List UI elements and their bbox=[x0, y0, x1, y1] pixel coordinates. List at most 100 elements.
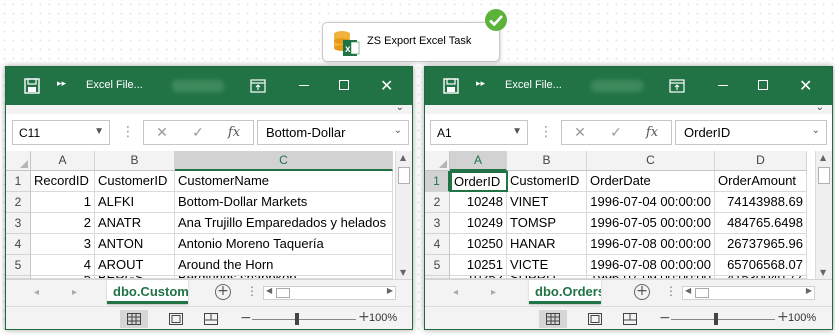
scroll-right-icon[interactable]: ▶ bbox=[806, 286, 812, 295]
row-header[interactable]: 1 bbox=[6, 171, 31, 192]
cell[interactable]: RecordID bbox=[31, 171, 95, 192]
add-sheet-icon[interactable]: + bbox=[215, 284, 231, 300]
scroll-left-icon[interactable]: ◀ bbox=[685, 286, 691, 295]
vertical-scrollbar[interactable]: ▲ ▼ bbox=[815, 151, 832, 279]
page-break-view-button[interactable] bbox=[197, 310, 225, 328]
tab-scroll-right-icon[interactable]: ▸ bbox=[72, 287, 77, 298]
cell[interactable]: 10249 bbox=[450, 213, 507, 234]
column-header-c[interactable]: C bbox=[587, 151, 715, 171]
scroll-right-icon[interactable]: ▶ bbox=[387, 286, 393, 295]
cell[interactable]: Bottom-Dollar Markets bbox=[175, 192, 393, 213]
cell[interactable]: OrderDate bbox=[587, 171, 715, 192]
cell[interactable]: 10251 bbox=[450, 255, 507, 276]
zoom-out-button[interactable]: − bbox=[659, 310, 671, 326]
row-header[interactable]: 3 bbox=[6, 213, 31, 234]
column-header-b[interactable]: B bbox=[95, 151, 175, 171]
column-header-b[interactable]: B bbox=[507, 151, 587, 171]
cell[interactable]: TOMSP bbox=[507, 213, 587, 234]
zoom-level[interactable]: 100% bbox=[369, 312, 397, 324]
cell[interactable]: VICTE bbox=[507, 255, 587, 276]
save-icon[interactable] bbox=[24, 78, 40, 94]
cell[interactable]: CustomerID bbox=[95, 171, 175, 192]
cancel-icon[interactable]: ✕ bbox=[562, 125, 598, 141]
sheet-tab-customers[interactable]: dbo.Customers bbox=[107, 280, 188, 304]
column-header-a[interactable]: A bbox=[31, 151, 95, 171]
cancel-icon[interactable]: ✕ bbox=[144, 125, 180, 141]
maximize-button[interactable] bbox=[758, 80, 768, 90]
sheet-tab-orders[interactable]: dbo.Orders bbox=[529, 280, 601, 304]
quick-access-more-icon[interactable]: ▸▸ bbox=[476, 79, 485, 89]
row-header[interactable]: 5 bbox=[425, 255, 450, 276]
zoom-slider[interactable] bbox=[671, 319, 775, 320]
cell-active[interactable]: OrderID bbox=[450, 171, 508, 192]
zoom-in-button[interactable]: + bbox=[777, 309, 789, 325]
name-box[interactable]: C11 ▼ bbox=[12, 120, 110, 145]
page-layout-view-button[interactable] bbox=[581, 310, 609, 328]
tab-scroll-left-icon[interactable]: ◂ bbox=[34, 287, 39, 298]
horizontal-scrollbar[interactable]: ◀ ▶ bbox=[682, 286, 815, 300]
horizontal-scrollbar[interactable]: ◀ ▶ bbox=[263, 286, 396, 300]
minimize-button[interactable] bbox=[718, 85, 728, 86]
tab-scroll-left-icon[interactable]: ◂ bbox=[453, 287, 458, 298]
cell[interactable]: VINET bbox=[507, 192, 587, 213]
normal-view-button[interactable] bbox=[539, 310, 567, 328]
formula-input[interactable]: Bottom-Dollar ⌄ bbox=[257, 120, 409, 145]
zoom-slider[interactable] bbox=[252, 319, 356, 320]
ribbon-display-options-icon[interactable] bbox=[250, 78, 266, 94]
cell[interactable]: ANTON bbox=[95, 234, 175, 255]
cell[interactable]: 2 bbox=[31, 213, 95, 234]
cell[interactable]: AROUT bbox=[95, 255, 175, 276]
cell[interactable]: 1996-07-05 00:00:00 bbox=[587, 213, 715, 234]
column-header-a[interactable]: A bbox=[450, 151, 507, 171]
scroll-thumb[interactable] bbox=[276, 288, 290, 298]
close-button[interactable]: ✕ bbox=[799, 76, 812, 95]
cell[interactable]: 1996-07-08 00:00:00 bbox=[587, 255, 715, 276]
row-header[interactable]: 2 bbox=[6, 192, 31, 213]
cell[interactable]: HANAR bbox=[507, 234, 587, 255]
scroll-up-icon[interactable]: ▲ bbox=[820, 153, 826, 162]
zoom-in-button[interactable]: + bbox=[358, 309, 370, 325]
select-all-button[interactable] bbox=[6, 151, 31, 171]
ribbon-display-options-icon[interactable] bbox=[669, 78, 685, 94]
cell[interactable]: 65706568.07 bbox=[715, 255, 807, 276]
cell[interactable]: 1 bbox=[31, 192, 95, 213]
page-layout-view-button[interactable] bbox=[162, 310, 190, 328]
quick-access-more-icon[interactable]: ▸▸ bbox=[57, 79, 66, 89]
cell[interactable]: Antonio Moreno Taquería bbox=[175, 234, 393, 255]
scroll-down-icon[interactable]: ▼ bbox=[400, 268, 406, 277]
zoom-slider-thumb[interactable] bbox=[714, 313, 718, 325]
enter-icon[interactable]: ✓ bbox=[180, 125, 216, 141]
column-header-d[interactable]: D bbox=[715, 151, 807, 171]
formula-input[interactable]: OrderID ⌄ bbox=[675, 120, 827, 145]
chevron-down-icon[interactable]: ⌄ bbox=[394, 125, 402, 136]
row-header[interactable]: 4 bbox=[6, 234, 31, 255]
row-header[interactable]: 3 bbox=[425, 213, 450, 234]
add-sheet-icon[interactable]: + bbox=[634, 284, 650, 300]
row-header[interactable]: 5 bbox=[6, 255, 31, 276]
cell[interactable]: 26737965.96 bbox=[715, 234, 807, 255]
cell[interactable]: 74143988.69 bbox=[715, 192, 807, 213]
name-box[interactable]: A1 ▼ bbox=[430, 120, 528, 145]
vertical-scrollbar[interactable]: ▲ ▼ bbox=[395, 151, 412, 279]
chevron-down-icon[interactable]: ⌄ bbox=[812, 125, 820, 136]
cell[interactable]: Ana Trujillo Emparedados y helados bbox=[175, 213, 393, 234]
zoom-level[interactable]: 100% bbox=[788, 312, 816, 324]
chevron-down-icon[interactable]: ▼ bbox=[512, 126, 522, 137]
cell[interactable]: 10250 bbox=[450, 234, 507, 255]
zoom-out-button[interactable]: − bbox=[240, 310, 252, 326]
cell[interactable]: 1996-07-08 00:00:00 bbox=[587, 234, 715, 255]
row-header[interactable]: 2 bbox=[425, 192, 450, 213]
row-header[interactable]: 1 bbox=[425, 171, 450, 192]
maximize-button[interactable] bbox=[339, 80, 349, 90]
cell[interactable]: CustomerName bbox=[175, 171, 393, 192]
chevron-down-icon[interactable]: ⌄ bbox=[396, 102, 404, 113]
cell[interactable]: 3 bbox=[31, 234, 95, 255]
cell[interactable]: 10248 bbox=[450, 192, 507, 213]
insert-function-icon[interactable]: fx bbox=[634, 125, 670, 140]
scroll-left-icon[interactable]: ◀ bbox=[266, 286, 272, 295]
cell[interactable]: Around the Horn bbox=[175, 255, 393, 276]
scroll-down-icon[interactable]: ▼ bbox=[820, 268, 826, 277]
cell[interactable]: ANATR bbox=[95, 213, 175, 234]
insert-function-icon[interactable]: fx bbox=[216, 125, 252, 140]
cell[interactable]: OrderAmount bbox=[715, 171, 807, 192]
